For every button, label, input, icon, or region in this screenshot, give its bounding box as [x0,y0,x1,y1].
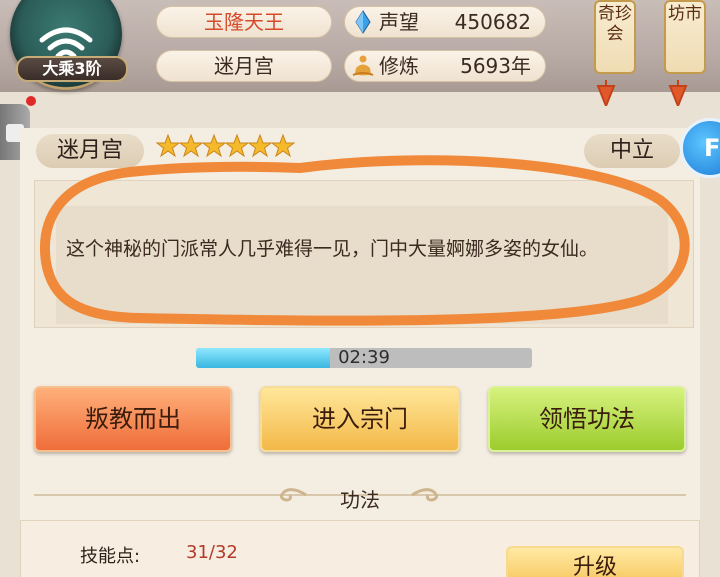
enter-sect-button[interactable]: 进入宗门 [260,386,460,452]
star-icon [202,134,226,158]
reputation-label: 声望 [379,10,419,34]
notification-dot [26,96,36,106]
player-name[interactable]: 玉隆天王 [156,6,332,38]
section-title-skills: 功法 [340,488,380,512]
cultivation-value: 5693年 [460,54,531,78]
cultivation-label: 修炼 [379,54,419,78]
side-action-letter: F [704,134,720,162]
leave-sect-button[interactable]: 叛教而出 [34,386,232,452]
crystal-icon [355,10,371,34]
meditation-icon [352,55,374,76]
cultivation-stat: 修炼 5693年 [344,50,546,82]
skill-points-label: 技能点: [80,546,141,567]
star-icon [179,134,203,158]
upgrade-button[interactable]: 升级 [506,546,684,577]
skill-points-value: 31/32 [186,542,238,563]
lantern-treasure-fair[interactable]: 奇珍会 [594,0,636,74]
lantern-market[interactable]: 坊市 [664,0,706,74]
timer-text: 02:39 [338,347,390,368]
tassel-icon [596,80,616,106]
sect-title: 迷月宫 [36,134,144,168]
sect-alignment: 中立 [584,134,680,168]
swirl-ornament-icon [411,488,439,502]
reputation-value: 450682 [454,10,531,34]
learn-technique-button[interactable]: 领悟功法 [488,386,686,452]
reputation-stat: 声望 450682 [344,6,546,38]
sect-rating [156,134,295,164]
star-icon [156,134,180,158]
sect-description: 这个神秘的门派常人几乎难得一见，门中大量婀娜多姿的女仙。 [66,238,599,260]
star-icon [225,134,249,158]
star-icon [248,134,272,158]
realm-badge: 大乘3阶 [16,56,128,82]
player-sect[interactable]: 迷月宫 [156,50,332,82]
tassel-icon [668,80,688,106]
star-icon [271,134,295,158]
